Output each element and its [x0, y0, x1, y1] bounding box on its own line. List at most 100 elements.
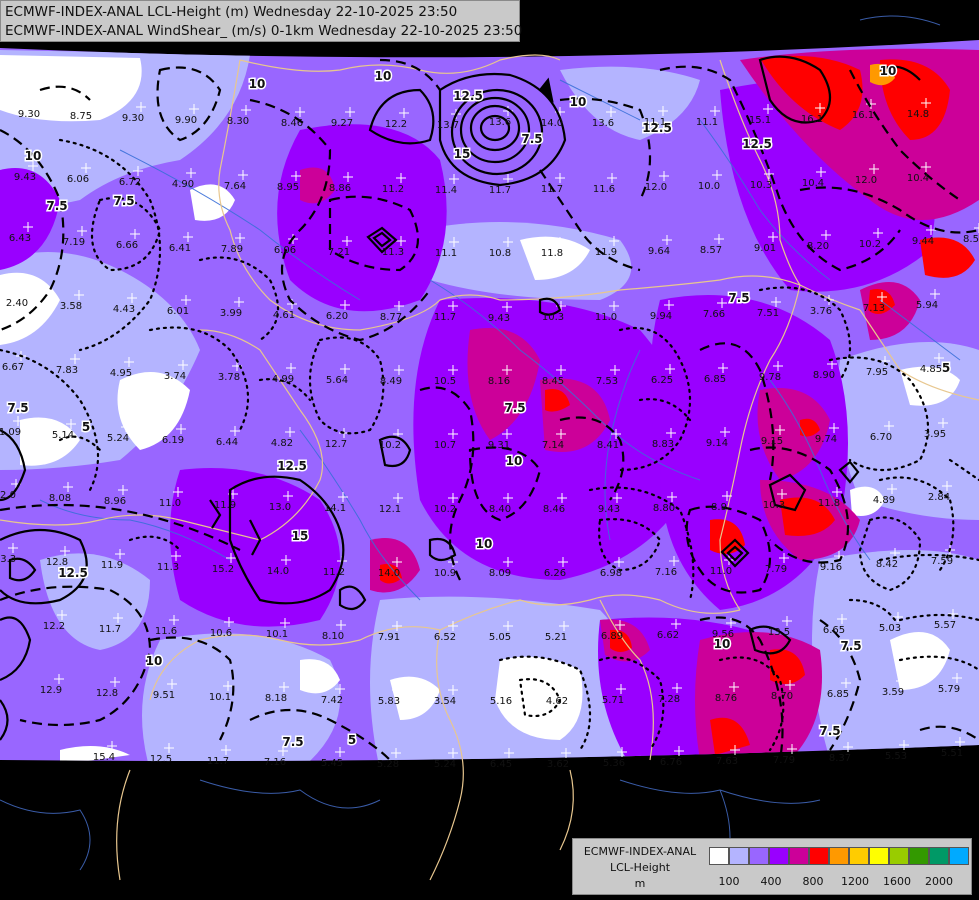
grid-value: 11.7 — [207, 756, 229, 767]
grid-value: 8.5 — [963, 234, 979, 245]
grid-value: 3.58 — [60, 301, 82, 312]
contour-label: 7.5 — [46, 199, 67, 213]
grid-value: 7.19 — [63, 237, 85, 248]
grid-value: 3.54 — [434, 696, 456, 707]
grid-value: 8.45 — [542, 376, 564, 387]
grid-value: 8.10 — [322, 631, 344, 642]
legend-tick: 100 — [718, 875, 740, 888]
grid-value: 10.1 — [209, 692, 231, 703]
grid-value: 9.15 — [761, 436, 783, 447]
grid-value: 11.8 — [541, 248, 563, 259]
grid-value: 7.13 — [863, 303, 885, 314]
contour-label: 5 — [348, 733, 356, 747]
grid-value: 4.43 — [113, 304, 135, 315]
contour-label: 7.5 — [113, 194, 134, 208]
grid-value: 5.64 — [326, 375, 348, 386]
grid-value: 8.77 — [380, 312, 402, 323]
legend-tick: 800 — [802, 875, 824, 888]
grid-value: 16.1 — [801, 114, 823, 125]
grid-value: 6.89 — [601, 631, 623, 642]
grid-value: 8.40 — [489, 504, 511, 515]
grid-value: 12.9 — [40, 685, 62, 696]
contour-label: 12.5 — [453, 89, 483, 103]
grid-value: 8.76 — [715, 693, 737, 704]
grid-value: 12.8 — [46, 557, 68, 568]
grid-value: 9.78 — [759, 372, 781, 383]
grid-value: 11.6 — [155, 626, 177, 637]
grid-value: 7.95 — [866, 367, 888, 378]
legend-tick: 400 — [760, 875, 782, 888]
grid-value: 6.62 — [657, 630, 679, 641]
grid-value: 5.14 — [52, 430, 74, 441]
contour-label: 10 — [880, 64, 897, 78]
grid-value: 11.7 — [434, 312, 456, 323]
grid-value: 4.61 — [273, 310, 295, 321]
grid-value: 11.6 — [593, 184, 615, 195]
grid-value: 9.27 — [331, 118, 353, 129]
grid-value: 6.66 — [116, 240, 138, 251]
grid-value: 7.59 — [931, 556, 953, 567]
grid-value: 6.70 — [870, 432, 892, 443]
contour-label: 12.5 — [742, 137, 772, 151]
grid-value: 11.0 — [595, 312, 617, 323]
grid-value: 14.1 — [324, 503, 346, 514]
grid-value: 7.89 — [221, 244, 243, 255]
grid-value: 10.7 — [434, 440, 456, 451]
grid-value: 11.3 — [382, 247, 404, 258]
legend-title-model: ECMWF-INDEX-ANAL — [583, 845, 697, 858]
grid-value: 11.8 — [818, 498, 840, 509]
title-line-lcl: ECMWF-INDEX-ANAL LCL-Height (m) Wednesda… — [5, 4, 458, 20]
title-line-windshear: ECMWF-INDEX-ANAL WindShear_ (m/s) 0-1km … — [5, 23, 523, 39]
legend-swatch — [929, 847, 949, 865]
grid-value: 10.8 — [489, 248, 511, 259]
grid-value: 11.7 — [489, 185, 511, 196]
contour-label: 10 — [25, 149, 42, 163]
grid-value: 6.44 — [216, 437, 238, 448]
legend-swatch — [729, 847, 749, 865]
grid-value: 5.45 — [321, 758, 343, 769]
grid-value: 5.21 — [545, 632, 567, 643]
grid-value: 11.1 — [644, 117, 666, 128]
grid-value: 13.7 — [437, 120, 459, 131]
grid-value: 10.5 — [434, 376, 456, 387]
contour-label: 5 — [82, 420, 90, 434]
grid-value: 9.64 — [648, 246, 670, 257]
grid-value: 6.45 — [490, 759, 512, 770]
grid-value: 8.16 — [488, 376, 510, 387]
grid-value: 11.7 — [99, 624, 121, 635]
grid-value: 6.25 — [651, 375, 673, 386]
grid-value: 2.0 — [0, 490, 16, 501]
grid-value: 9.43 — [14, 172, 36, 183]
grid-value: 2.84 — [928, 492, 950, 503]
grid-value: 6.01 — [167, 306, 189, 317]
grid-value: 8.37 — [829, 753, 851, 764]
grid-value: 12.0 — [645, 182, 667, 193]
color-legend: ECMWF-INDEX-ANAL LCL-Height m 100 400 800 1… — [572, 838, 972, 895]
contour-label: 7.5 — [728, 291, 749, 305]
grid-value: 10.0 — [698, 181, 720, 192]
grid-value: 4.62 — [546, 696, 568, 707]
grid-value: 16.1 — [852, 110, 874, 121]
grid-value: 5.24 — [107, 433, 129, 444]
grid-value: 8.95 — [277, 182, 299, 193]
legend-tick: 1200 — [841, 875, 869, 888]
grid-value: 8.86 — [329, 183, 351, 194]
grid-value: 12.7 — [325, 439, 347, 450]
grid-value: 4.89 — [873, 495, 895, 506]
legend-title-variable: LCL-Height — [609, 861, 671, 874]
grid-value: 11.2 — [323, 567, 345, 578]
contour-label: 7.5 — [504, 401, 525, 415]
grid-value: 11.9 — [595, 247, 617, 258]
grid-value: 10.2 — [434, 504, 456, 515]
contour-label: 10 — [476, 537, 493, 551]
grid-value: 7.14 — [542, 440, 564, 451]
contour-label: 15 — [292, 529, 309, 543]
grid-value: 11.3 — [157, 562, 179, 573]
grid-value: 11.2 — [382, 184, 404, 195]
legend-title-unit: m — [634, 877, 646, 890]
grid-value: 9.30 — [122, 113, 144, 124]
grid-value: 6.76 — [660, 757, 682, 768]
legend-swatch — [769, 847, 789, 865]
grid-value: 6.06 — [67, 174, 89, 185]
grid-value: 10.4 — [907, 173, 929, 184]
